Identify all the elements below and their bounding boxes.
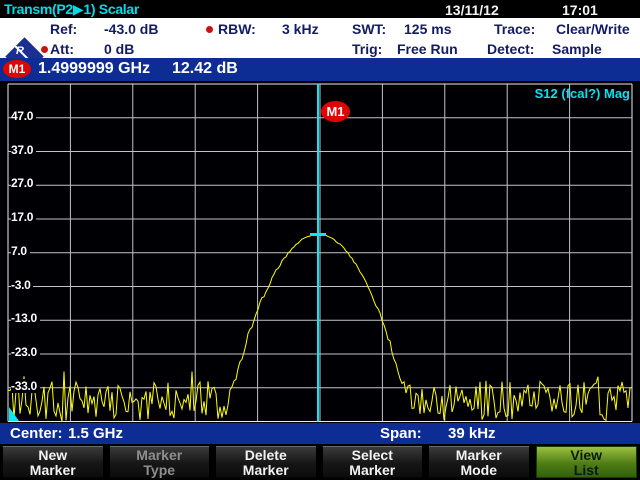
softkey-new-marker[interactable]: New Marker [3,446,103,478]
settings-band: R S Ref: -43.0 dB RBW: 3 kHz SWT: 125 ms… [0,18,640,76]
date-text: 13/11/12 [445,2,499,18]
y-axis-label: -13.0 [11,311,40,326]
softkey-bar: New Marker Marker Type Delete Marker Select… [0,444,640,480]
softkey-marker-type: Marker Type [109,446,209,478]
marker-readout-bar: M1 1.4999999 GHz 12.42 dB [0,58,640,81]
softkey-view-list[interactable]: View List [535,446,637,478]
rbw-status-dot-icon [206,26,213,33]
marker-level-value: 12.42 dB [172,60,238,77]
span-value[interactable]: 39 kHz [448,423,496,444]
att-value[interactable]: 0 dB [104,41,134,57]
span-label: Span: [380,425,422,442]
center-freq-value[interactable]: 1.5 GHz [68,423,123,444]
rbw-label: RBW: [218,21,256,37]
trace-legend-label: S12 (fcal?) Mag [534,86,630,101]
marker-m1-badge: M1 [3,60,31,78]
detect-label: Detect: [487,41,535,57]
swt-value[interactable]: 125 ms [404,21,451,37]
y-axis-label: 47.0 [11,108,37,123]
y-axis-label: -23.0 [11,345,40,359]
spectrum-plot-area[interactable]: S12 (fcal?) Mag M1 47.0 37.0 27.0 17.0 7.0 -3… [0,81,640,423]
y-axis-label: 17.0 [11,210,37,224]
rbw-value[interactable]: 3 kHz [282,21,319,37]
detect-value[interactable]: Sample [552,41,602,57]
trace-label: Trace: [494,21,536,37]
spectrum-plot-svg [7,83,633,422]
ref-label: Ref: [50,21,78,37]
title-bar: Transm(P2▶1) Scalar 13/11/12 17:01 [0,0,640,18]
ref-value[interactable]: -43.0 dB [104,21,158,37]
y-axis-label: -3.0 [11,277,34,292]
y-axis-label: 37.0 [11,142,37,157]
softkey-delete-marker[interactable]: Delete Marker [216,446,316,478]
y-axis-label: -33.0 [11,378,40,393]
frequency-status-bar: Center: 1.5 GHz Span: 39 kHz [0,423,640,444]
y-axis-label: 27.0 [11,176,37,191]
swt-label: SWT: [352,21,387,37]
trig-value[interactable]: Free Run [397,41,458,57]
att-label: Att: [50,41,75,57]
softkey-select-marker[interactable]: Select Marker [322,446,422,478]
trace-value[interactable]: Clear/Write [556,21,630,37]
measurement-mode-title: Transm(P2▶1) Scalar [4,1,140,17]
ref-level-indicator-icon [9,407,19,421]
trig-label: Trig: [352,41,383,57]
marker-frequency-value[interactable]: 1.4999999 GHz [38,60,150,78]
softkey-marker-mode[interactable]: Marker Mode [429,446,529,478]
marker-m1-flag[interactable]: M1 [321,101,350,122]
time-text: 17:01 [562,2,598,18]
instrument-screen: Transm(P2▶1) Scalar 13/11/12 17:01 R S R… [0,0,640,480]
att-status-dot-icon [41,46,48,53]
center-freq-label: Center: [10,425,63,442]
y-axis-label: 7.0 [11,243,30,258]
